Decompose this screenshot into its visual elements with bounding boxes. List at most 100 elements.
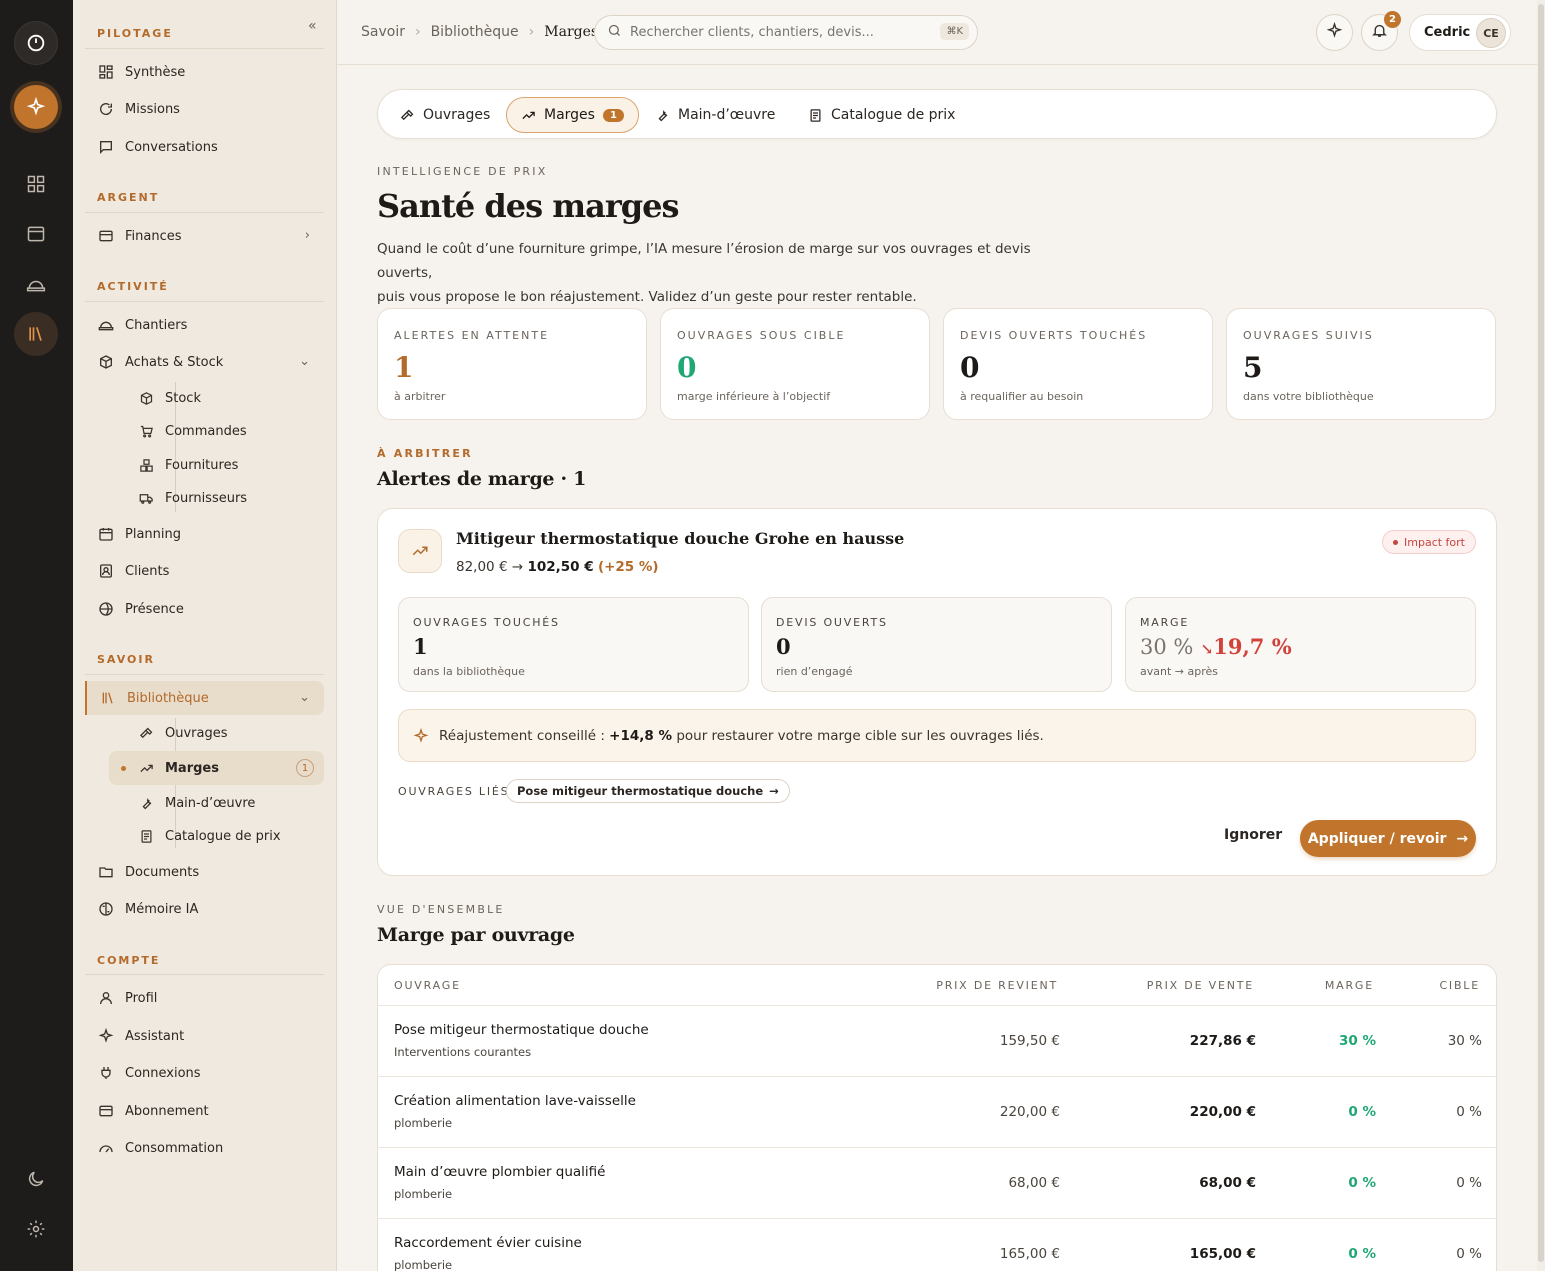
power-icon[interactable] [14,21,58,65]
overview-title: Marge par ouvrage [377,924,575,946]
plug-icon [97,1064,115,1082]
dashboard-icon[interactable] [14,162,58,206]
helmet-icon[interactable] [14,262,58,306]
table-row[interactable]: Pose mitigeur thermostatique douche Inter… [378,1006,1496,1077]
avatar: CE [1476,18,1506,48]
sidebar-item-label: Ouvrages [165,725,228,741]
moon-icon[interactable] [14,1157,58,1201]
search-box[interactable]: ⌘K [594,15,978,50]
chat-icon [97,138,115,156]
tab-ouvrages[interactable]: Ouvrages [386,97,504,133]
alert-metric: OUVRAGES TOUCHÉS 1 dans la bibliothèque [398,597,749,692]
alert-metric: DEVIS OUVERTS 0 rien d’engagé [761,597,1112,692]
sidebar-item-planning[interactable]: Planning [85,517,324,551]
wallet-icon[interactable] [14,212,58,256]
settings-icon[interactable] [14,1207,58,1251]
apply-button[interactable]: Appliquer / revoir → [1300,820,1476,857]
sparkle-icon[interactable] [14,85,58,129]
section-savoir: SAVOIR [97,653,155,666]
row-category: plomberie [394,1187,453,1201]
notifications-button[interactable]: 2 [1361,11,1401,51]
sidebar-item-label: Abonnement [125,1103,209,1119]
cart-icon [137,422,155,440]
metric-value: 1 [413,634,428,659]
sidebar-item-connexions[interactable]: Connexions [85,1056,324,1090]
sidebar-item-conversations[interactable]: Conversations [85,130,324,164]
sidebar-item-label: Fournisseurs [165,490,248,506]
alert-title: Mitigeur thermostatique douche Grohe en … [456,529,905,548]
impact-label: Impact fort [1404,535,1465,549]
table-row[interactable]: Création alimentation lave-vaisselle plom… [378,1077,1496,1148]
scrollbar[interactable] [1537,0,1545,1271]
sidebar-item-synthese[interactable]: Synthèse [85,55,324,89]
row-cost: 165,00 € [999,1246,1060,1262]
table-row[interactable]: Raccordement évier cuisine plomberie 165,0… [378,1219,1496,1271]
topbar: Savoir › Bibliothèque › Marges ⌘K 2 Cedr… [337,0,1537,65]
contact-icon [97,562,115,580]
sidebar-item-bibliotheque[interactable]: Bibliothèque ⌄ [85,681,324,715]
linked-ouvrage-chip[interactable]: Pose mitigeur thermostatique douche → [506,779,790,803]
sidebar-item-main-oeuvre[interactable]: Main-d’œuvre [125,786,324,820]
chevron-right-icon: › [528,24,535,40]
collapse-sidebar-icon[interactable]: « [308,18,317,34]
row-name: Main d’œuvre plombier qualifié [394,1164,606,1180]
tab-catalogue[interactable]: Catalogue de prix [794,97,969,133]
hammer-icon [400,108,415,123]
sidebar-item-label: Stock [165,390,201,406]
tab-count: 1 [602,108,624,122]
sidebar-item-fournisseurs[interactable]: Fournisseurs [125,481,324,515]
ai-button[interactable] [1316,14,1353,51]
kpi-value: 1 [394,351,414,384]
sidebar-item-presence[interactable]: Présence [85,592,324,626]
price-old: 82,00 € [456,559,508,575]
row-category: plomberie [394,1258,453,1271]
document-icon [137,827,155,845]
sidebar-item-label: Clients [125,563,170,579]
tab-marges[interactable]: Marges 1 [506,97,639,133]
kpi-sub: à requalifier au besoin [960,390,1084,403]
kpi-sub: à arbitrer [394,390,446,403]
sidebar-item-catalogue[interactable]: Catalogue de prix [125,819,324,853]
sidebar-item-fournitures[interactable]: Fournitures [125,448,324,482]
sparkle-icon [413,727,429,744]
sidebar-item-abonnement[interactable]: Abonnement [85,1094,324,1128]
reco-suffix: pour restaurer votre marge cible sur les… [676,727,1044,744]
breadcrumb-item[interactable]: Savoir [361,24,405,40]
sidebar-item-clients[interactable]: Clients [85,554,324,588]
scrollbar-thumb[interactable] [1538,4,1544,1262]
library-icon[interactable] [14,312,58,356]
tab-main-oeuvre[interactable]: Main-d’œuvre [641,97,789,133]
user-menu[interactable]: Cedric CE [1409,14,1511,51]
column-header: PRIX DE VENTE [1146,979,1254,992]
sidebar-item-finances[interactable]: Finances › [85,219,324,253]
alert-metric: MARGE 30 % ↘19,7 % avant → après [1125,597,1476,692]
sidebar-item-label: Synthèse [125,64,186,80]
sidebar-item-achats[interactable]: Achats & Stock ⌄ [85,345,324,379]
sidebar-item-stock[interactable]: Stock [125,381,324,415]
kpi-card: DEVIS OUVERTS TOUCHÉS 0 à requalifier au b… [943,308,1213,420]
page-title: Santé des marges [377,187,679,225]
sidebar-item-assistant[interactable]: Assistant [85,1019,324,1053]
linked-label: OUVRAGES LIÉS [398,785,510,798]
metric-value: 30 % ↘19,7 % [1140,634,1292,659]
sidebar-item-label: Profil [125,990,158,1006]
section-activite: ACTIVITÉ [97,280,169,293]
sidebar-item-chantiers[interactable]: Chantiers [85,308,324,342]
kpi-value: 0 [960,351,980,384]
tab-label: Main-d’œuvre [678,107,776,123]
sidebar-item-documents[interactable]: Documents [85,855,324,889]
sidebar-item-commandes[interactable]: Commandes [125,414,324,448]
sidebar-item-memoire[interactable]: Mémoire IA [85,892,324,926]
sidebar-item-marges[interactable]: Marges 1 [109,751,324,785]
breadcrumb-item[interactable]: Bibliothèque [431,24,519,40]
sidebar-item-consommation[interactable]: Consommation [85,1131,324,1165]
search-input[interactable] [630,25,920,40]
table-row[interactable]: Main d’œuvre plombier qualifié plomberie 6… [378,1148,1496,1219]
sidebar-item-profil[interactable]: Profil [85,981,324,1015]
sidebar-item-ouvrages[interactable]: Ouvrages [125,716,324,750]
metric-label: MARGE [1140,616,1190,629]
document-icon [808,108,823,123]
row-target: 0 % [1456,1175,1482,1191]
sidebar-item-missions[interactable]: Missions [85,92,324,126]
ignore-button[interactable]: Ignorer [1224,827,1282,843]
